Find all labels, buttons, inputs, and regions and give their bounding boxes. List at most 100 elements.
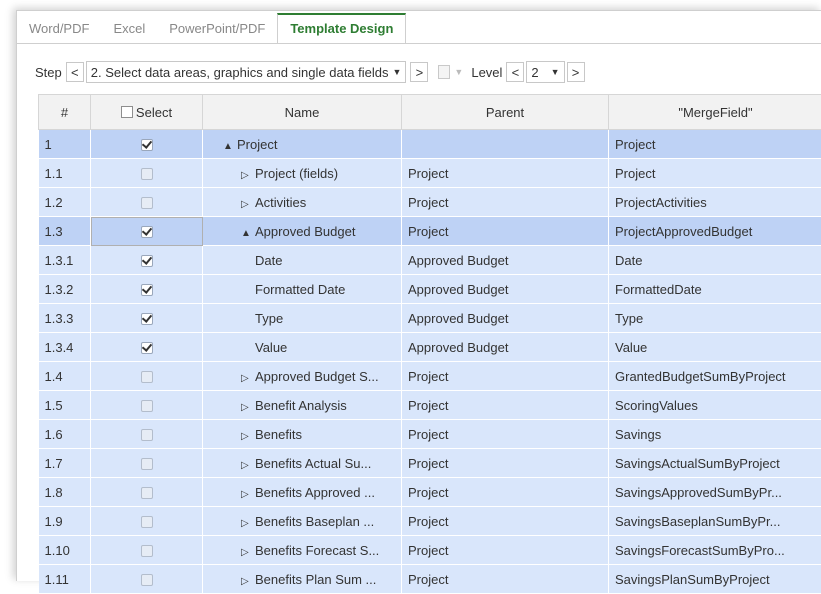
row-select-cell[interactable] [91, 449, 203, 478]
row-select-checkbox[interactable] [141, 168, 153, 180]
table-row[interactable]: 1.4▷Approved Budget S...ProjectGrantedBu… [39, 362, 821, 391]
row-number: 1.2 [39, 188, 91, 217]
row-select-checkbox[interactable] [141, 226, 153, 238]
row-select-checkbox[interactable] [141, 255, 153, 267]
row-parent: Project [402, 391, 609, 420]
level-select-value: 2 [531, 65, 538, 80]
tab-template-design[interactable]: Template Design [277, 13, 406, 43]
step-next-button[interactable]: > [410, 62, 428, 82]
tree-expand-icon[interactable]: ▷ [241, 373, 255, 384]
row-select-checkbox[interactable] [141, 429, 153, 441]
level-next-button[interactable]: > [567, 62, 585, 82]
row-name-text: Type [255, 311, 283, 326]
tab-powerpoint-pdf[interactable]: PowerPoint/PDF [157, 15, 277, 43]
row-select-cell[interactable] [91, 246, 203, 275]
row-select-cell[interactable] [91, 333, 203, 362]
table-row[interactable]: 1.8▷Benefits Approved ...ProjectSavingsA… [39, 478, 821, 507]
table-row[interactable]: 1.3.4ValueApproved BudgetValue [39, 333, 821, 362]
row-select-cell[interactable] [91, 130, 203, 159]
row-select-checkbox[interactable] [141, 574, 153, 586]
row-parent: Approved Budget [402, 275, 609, 304]
row-select-cell[interactable] [91, 159, 203, 188]
tab-excel[interactable]: Excel [101, 15, 157, 43]
row-parent: Approved Budget [402, 333, 609, 362]
table-row[interactable]: 1.3▲Approved BudgetProjectProjectApprove… [39, 217, 821, 246]
row-number: 1.11 [39, 565, 91, 594]
row-select-checkbox[interactable] [141, 284, 153, 296]
row-select-checkbox[interactable] [141, 313, 153, 325]
row-select-checkbox[interactable] [141, 139, 153, 151]
step-prev-button[interactable]: < [66, 62, 84, 82]
row-select-cell[interactable] [91, 478, 203, 507]
row-name: ▷Benefits [203, 420, 402, 449]
row-name-text: Approved Budget [255, 224, 355, 239]
table-row[interactable]: 1.7▷Benefits Actual Su...ProjectSavingsA… [39, 449, 821, 478]
row-select-cell[interactable] [91, 536, 203, 565]
row-name-text: Project (fields) [255, 166, 338, 181]
row-select-cell[interactable] [91, 275, 203, 304]
row-select-checkbox[interactable] [141, 545, 153, 557]
document-dropdown-icon[interactable]: ▼ [454, 67, 463, 77]
row-select-checkbox[interactable] [141, 342, 153, 354]
row-select-cell[interactable] [91, 362, 203, 391]
tree-expand-icon[interactable]: ▷ [241, 518, 255, 529]
row-select-checkbox[interactable] [141, 400, 153, 412]
row-select-checkbox[interactable] [141, 458, 153, 470]
column-header-mergefield[interactable]: "MergeField" [609, 95, 821, 130]
row-mergefield: Savings [609, 420, 821, 449]
expand-collapse-icon[interactable]: ▲ [223, 141, 237, 152]
row-select-checkbox[interactable] [141, 516, 153, 528]
tab-word-pdf[interactable]: Word/PDF [17, 15, 101, 43]
step-select[interactable]: 2. Select data areas, graphics and singl… [86, 61, 407, 83]
column-header-name[interactable]: Name [203, 95, 402, 130]
tree-expand-icon[interactable]: ▷ [241, 199, 255, 210]
table-row[interactable]: 1.3.2Formatted DateApproved BudgetFormat… [39, 275, 821, 304]
row-parent: Approved Budget [402, 246, 609, 275]
step-select-value: 2. Select data areas, graphics and singl… [91, 65, 389, 80]
row-name-text: Benefits Approved ... [255, 485, 375, 500]
tree-expand-icon[interactable]: ▷ [241, 170, 255, 181]
row-select-cell[interactable] [91, 391, 203, 420]
column-header-select[interactable]: Select [91, 95, 203, 130]
tree-expand-icon[interactable]: ▷ [241, 431, 255, 442]
toolbar: Step < 2. Select data areas, graphics an… [35, 61, 585, 83]
row-select-cell[interactable] [91, 217, 203, 246]
tab-bar: Word/PDF Excel PowerPoint/PDF Template D… [17, 11, 821, 43]
table-row[interactable]: 1.10▷Benefits Forecast S...ProjectSaving… [39, 536, 821, 565]
row-number: 1.3.1 [39, 246, 91, 275]
row-select-checkbox[interactable] [141, 371, 153, 383]
table-row[interactable]: 1.6▷BenefitsProjectSavings [39, 420, 821, 449]
data-table: # Select Name Parent "MergeField" 1▲Proj… [38, 94, 821, 594]
table-row[interactable]: 1.1▷Project (fields)ProjectProject [39, 159, 821, 188]
level-select[interactable]: 2 ▼ [526, 61, 564, 83]
table-row[interactable]: 1.2▷ActivitiesProjectProjectActivities [39, 188, 821, 217]
level-prev-button[interactable]: < [506, 62, 524, 82]
table-row[interactable]: 1▲ProjectProject [39, 130, 821, 159]
row-select-cell[interactable] [91, 507, 203, 536]
row-select-cell[interactable] [91, 565, 203, 594]
column-header-num[interactable]: # [39, 95, 91, 130]
row-name-text: Benefits Baseplan ... [255, 514, 374, 529]
table-row[interactable]: 1.5▷Benefit AnalysisProjectScoringValues [39, 391, 821, 420]
expand-collapse-icon[interactable]: ▲ [241, 228, 255, 239]
tree-expand-icon[interactable]: ▷ [241, 576, 255, 587]
tree-expand-icon[interactable]: ▷ [241, 489, 255, 500]
row-select-cell[interactable] [91, 304, 203, 333]
row-select-cell[interactable] [91, 188, 203, 217]
table-row[interactable]: 1.3.1DateApproved BudgetDate [39, 246, 821, 275]
row-select-checkbox[interactable] [141, 197, 153, 209]
table-row[interactable]: 1.3.3TypeApproved BudgetType [39, 304, 821, 333]
row-select-checkbox[interactable] [141, 487, 153, 499]
document-icon[interactable] [438, 65, 450, 79]
select-all-checkbox[interactable] [121, 106, 133, 118]
tree-expand-icon[interactable]: ▷ [241, 460, 255, 471]
table-row[interactable]: 1.9▷Benefits Baseplan ...ProjectSavingsB… [39, 507, 821, 536]
row-parent: Project [402, 507, 609, 536]
tree-expand-icon[interactable]: ▷ [241, 547, 255, 558]
table-row[interactable]: 1.11▷Benefits Plan Sum ...ProjectSavings… [39, 565, 821, 594]
tree-expand-icon[interactable]: ▷ [241, 402, 255, 413]
row-name-text: Formatted Date [255, 282, 345, 297]
column-header-parent[interactable]: Parent [402, 95, 609, 130]
row-parent: Project [402, 159, 609, 188]
row-select-cell[interactable] [91, 420, 203, 449]
